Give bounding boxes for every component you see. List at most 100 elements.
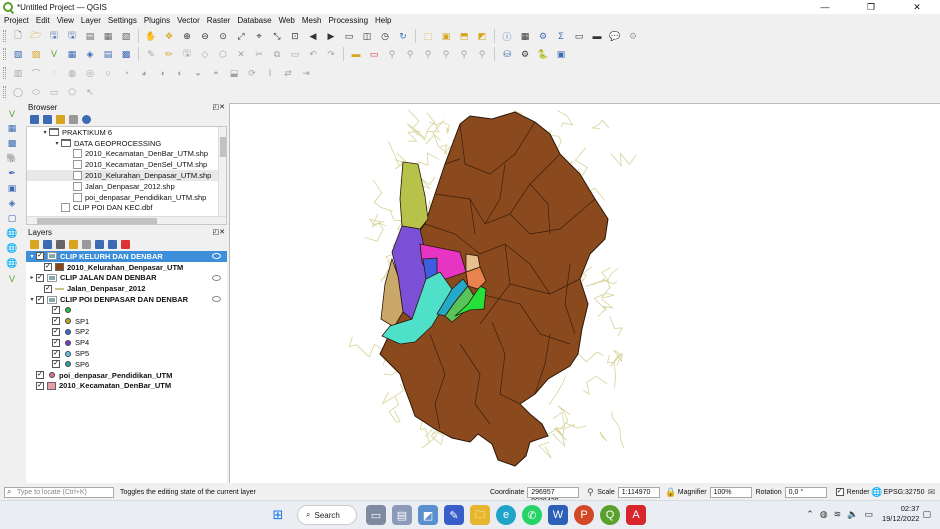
style-panel-icon[interactable]	[30, 240, 39, 249]
toolbar-handle[interactable]	[3, 48, 6, 60]
processing-toolbox-icon[interactable]: ⚙	[536, 30, 550, 43]
layer-item[interactable]: ✓ 2010_Kecamatan_DenBar_UTM	[26, 381, 227, 392]
reverse-line-icon[interactable]: ⇄	[281, 67, 295, 80]
layer-indicator-icon[interactable]	[212, 296, 221, 303]
refresh-browser-icon[interactable]	[43, 115, 52, 124]
add-vector-icon[interactable]: V	[5, 108, 19, 119]
select-features-icon[interactable]: ⬚	[421, 30, 435, 43]
layout-manager-icon[interactable]: ▦	[101, 30, 115, 43]
curve-icon[interactable]: ⌒	[29, 67, 43, 80]
zoom-next-icon[interactable]: ▶	[324, 30, 338, 43]
fill-ring-icon[interactable]: ◎	[83, 67, 97, 80]
extents-toggle-icon[interactable]: ⚲	[585, 486, 595, 499]
layer-item[interactable]: ✓	[26, 305, 227, 316]
add-spatialite-icon[interactable]: ▩	[119, 48, 133, 61]
show-labels-icon[interactable]: ⚲	[403, 48, 417, 61]
add-spatialite-layer-icon[interactable]: ✒	[5, 168, 19, 179]
add-raster-icon[interactable]: ▦	[5, 123, 19, 134]
expand-arrow-icon[interactable]: ▾	[28, 253, 36, 260]
browser-item[interactable]: ▾ PRAKTIKUM 6	[27, 127, 226, 138]
ellipse-icon[interactable]: ⬭	[29, 86, 43, 99]
coordinate-field[interactable]: 296957 9038420	[527, 486, 580, 505]
browser-scrollbar-vertical[interactable]	[218, 127, 226, 224]
crs-label[interactable]: EPSG:32750	[884, 489, 925, 496]
layer-item[interactable]: ▾ ✓ CLIP POI DENPASAR DAN DENBAR	[26, 294, 227, 305]
print-layout-icon[interactable]: ▤	[83, 30, 97, 43]
menu-database[interactable]: Database	[237, 16, 271, 25]
layer-visibility-checkbox[interactable]: ✓	[52, 306, 60, 315]
zoom-in-icon[interactable]: ⊕	[180, 30, 194, 43]
split-features-icon[interactable]: ◐	[173, 67, 187, 80]
browser-item[interactable]: 2010_Kelurahan_Denpasar_UTM.shp	[27, 170, 226, 181]
layer-visibility-checkbox[interactable]: ✓	[36, 371, 44, 380]
remove-layer-icon[interactable]	[121, 240, 130, 249]
maximize-button[interactable]: ❐	[848, 0, 894, 14]
statistical-summary-icon[interactable]: Σ	[554, 30, 568, 43]
menu-project[interactable]: Project	[4, 16, 29, 25]
filter-expression-icon[interactable]	[82, 240, 91, 249]
browser-scrollbar-horizontal[interactable]	[27, 216, 226, 224]
identify-icon[interactable]: ⓘ	[500, 30, 514, 43]
new-layer-icon[interactable]: V	[5, 273, 19, 284]
layer-indicator-icon[interactable]	[212, 274, 221, 281]
zoom-native-icon[interactable]: ⊡	[288, 30, 302, 43]
layer-item[interactable]: ✓ SP6	[26, 359, 227, 370]
expand-arrow-icon[interactable]: ▾	[28, 296, 36, 303]
undo-icon[interactable]: ↶	[306, 48, 320, 61]
new-map-view-icon[interactable]: ▭	[342, 30, 356, 43]
zoom-out-icon[interactable]: ⊖	[198, 30, 212, 43]
menu-view[interactable]: View	[57, 16, 74, 25]
menu-web[interactable]: Web	[279, 16, 295, 25]
pan-hand-icon[interactable]: ✋	[144, 30, 158, 43]
properties-icon[interactable]	[82, 115, 91, 124]
add-mssql-icon[interactable]: ▣	[5, 183, 19, 194]
browser-tree[interactable]: ▾ PRAKTIKUM 6 ▾ DATA GEOPROCESSING 2010_Keca…	[26, 126, 227, 225]
layer-visibility-checkbox[interactable]: ✓	[52, 338, 60, 347]
trim-extend-icon[interactable]: ⇥	[299, 67, 313, 80]
lock-scale-icon[interactable]: 🔒	[665, 486, 676, 499]
add-selected-icon[interactable]	[30, 115, 39, 124]
layer-visibility-checkbox[interactable]: ✓	[52, 349, 60, 358]
photos-icon[interactable]: ◩	[418, 505, 438, 525]
whatsapp-icon[interactable]: ✆	[522, 505, 542, 525]
save-project-icon[interactable]: 🖫	[47, 30, 61, 43]
tray-app-icon[interactable]: ◍	[820, 509, 828, 520]
browser-item[interactable]: Jalan_Denpasar_2012.shp	[27, 181, 226, 192]
filter-legend-icon[interactable]	[69, 240, 78, 249]
save-as-icon[interactable]: 🖫	[65, 30, 79, 43]
panel-close-icon[interactable]: ◰✕	[213, 103, 225, 111]
start-icon[interactable]: ⊞	[268, 505, 288, 525]
pan-to-selection-icon[interactable]: ✥	[162, 30, 176, 43]
layer-item[interactable]: ✓ SP4	[26, 337, 227, 348]
simplify-icon[interactable]: ⌇	[263, 67, 277, 80]
new-geopackage-icon[interactable]: ▨	[29, 48, 43, 61]
pin-labels-icon[interactable]: ⚲	[385, 48, 399, 61]
browser-item[interactable]: ▾ DATA GEOPROCESSING	[27, 138, 226, 149]
map-tips-icon[interactable]: 💬	[608, 30, 622, 43]
browser-item[interactable]: poi_denpasar_Pendidikan_UTM.shp	[27, 192, 226, 203]
paste-features-icon[interactable]: ▭	[288, 48, 302, 61]
layer-item[interactable]: ✓ SP1	[26, 316, 227, 327]
clock[interactable]: 02:37 19/12/2022	[882, 504, 920, 524]
deselect-icon[interactable]: ⬒	[457, 30, 471, 43]
menu-vector[interactable]: Vector	[177, 16, 200, 25]
menu-edit[interactable]: Edit	[36, 16, 50, 25]
vertex-tool-icon[interactable]: ⬡	[216, 48, 230, 61]
rectangle-icon[interactable]: ▭	[47, 86, 61, 99]
toolbar-handle[interactable]	[3, 30, 6, 42]
widgets-icon[interactable]: ▤	[392, 505, 412, 525]
advanced-digitize-icon[interactable]: ▥	[11, 67, 25, 80]
filter-browser-icon[interactable]	[56, 115, 65, 124]
acrobat-icon[interactable]: A	[626, 505, 646, 525]
metasearch-icon[interactable]: ▣	[554, 48, 568, 61]
add-group-icon[interactable]	[43, 240, 52, 249]
add-oracle-icon[interactable]: ◈	[5, 198, 19, 209]
python-console-icon[interactable]: 🐍	[536, 48, 550, 61]
split-parts-icon[interactable]: ◒	[191, 67, 205, 80]
layer-visibility-checkbox[interactable]: ✓	[36, 381, 44, 390]
move-label-icon[interactable]: ⚲	[421, 48, 435, 61]
minimize-button[interactable]: —	[802, 0, 848, 14]
expand-arrow-icon[interactable]: ▾	[41, 129, 49, 136]
merge-features-icon[interactable]: ⬓	[227, 67, 241, 80]
menu-processing[interactable]: Processing	[328, 16, 368, 25]
